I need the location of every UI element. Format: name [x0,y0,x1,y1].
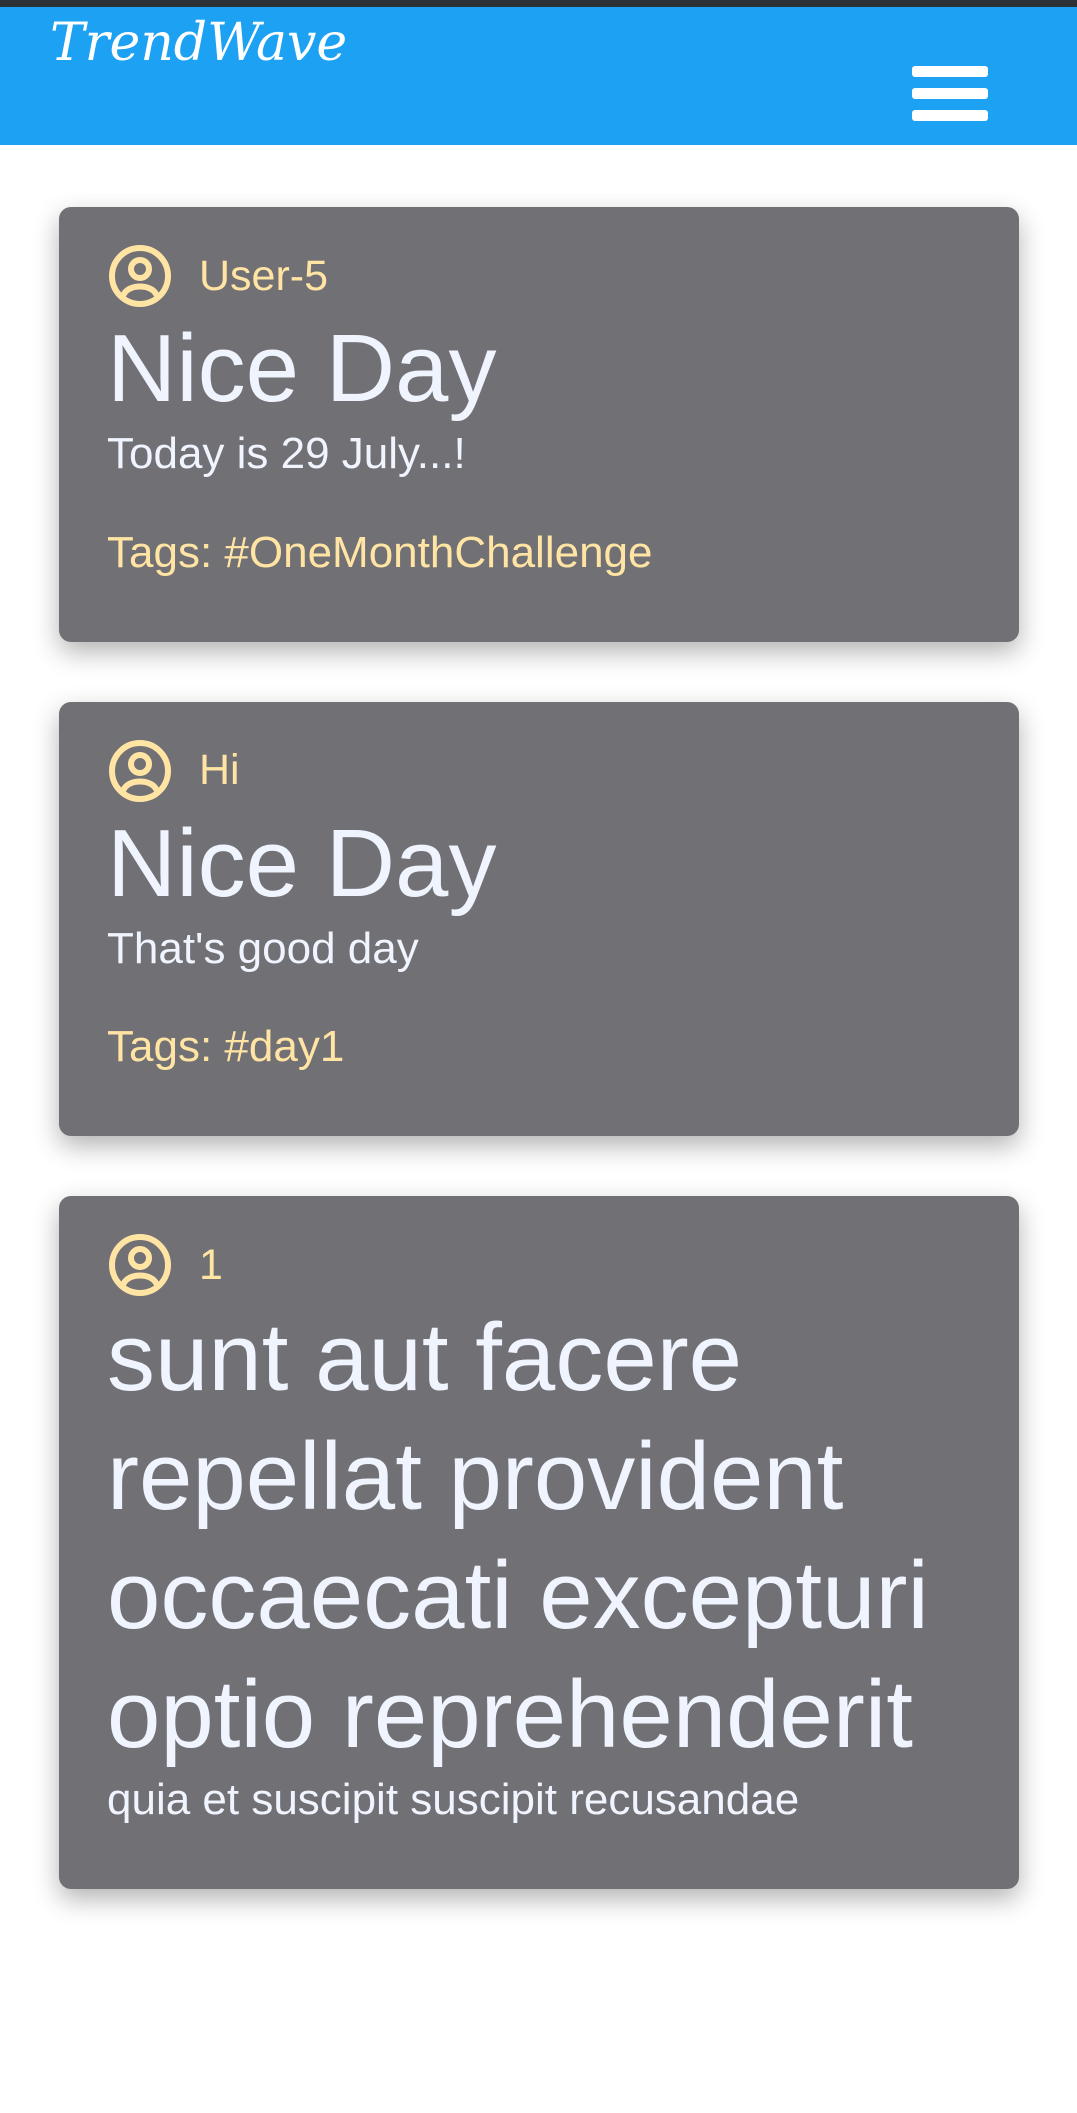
user-circle-icon [109,1234,171,1297]
post-title: Nice Day [107,809,497,917]
user-circle-icon [109,739,171,802]
post-card[interactable]: 1 sunt aut facere repellat provident occ… [59,1196,1019,1890]
app-header: TrendWave [0,7,1077,145]
tag-link[interactable]: #day1 [224,1022,344,1071]
menu-line [912,66,988,77]
post-username[interactable]: 1 [199,1241,223,1290]
hamburger-menu-button[interactable] [905,57,995,142]
post-author: Hi [107,738,971,804]
post-tags: Tags: #day1 [107,1021,971,1074]
post-title: sunt aut facere repellat provident occae… [107,1304,929,1769]
tags-label: Tags: [107,527,213,577]
post-body: That's good day [107,923,419,973]
post-title: Nice Day [107,315,497,422]
post-card[interactable]: User-5 Nice Day Today is 29 July...! Tag… [59,207,1019,642]
menu-line [912,88,988,99]
top-border [0,0,1077,7]
menu-line [912,110,988,121]
post-username[interactable]: Hi [199,746,240,795]
post-feed: User-5 Nice Day Today is 29 July...! Tag… [59,207,1019,1949]
post-author: User-5 [107,243,971,309]
tags-label: Tags: [107,1022,213,1072]
brand-logo[interactable]: TrendWave [50,14,347,72]
tag-link[interactable]: #OneMonthChallenge [224,528,652,577]
post-card[interactable]: Hi Nice Day That's good day Tags: #day1 [59,701,1019,1137]
post-body: quia et suscipit suscipit recusandae [107,1775,800,1825]
user-circle-icon [109,245,171,307]
post-username[interactable]: User-5 [199,252,328,301]
post-body: Today is 29 July...! [107,429,466,479]
post-tags: Tags: #OneMonthChallenge [107,527,971,580]
post-author: 1 [107,1232,971,1298]
